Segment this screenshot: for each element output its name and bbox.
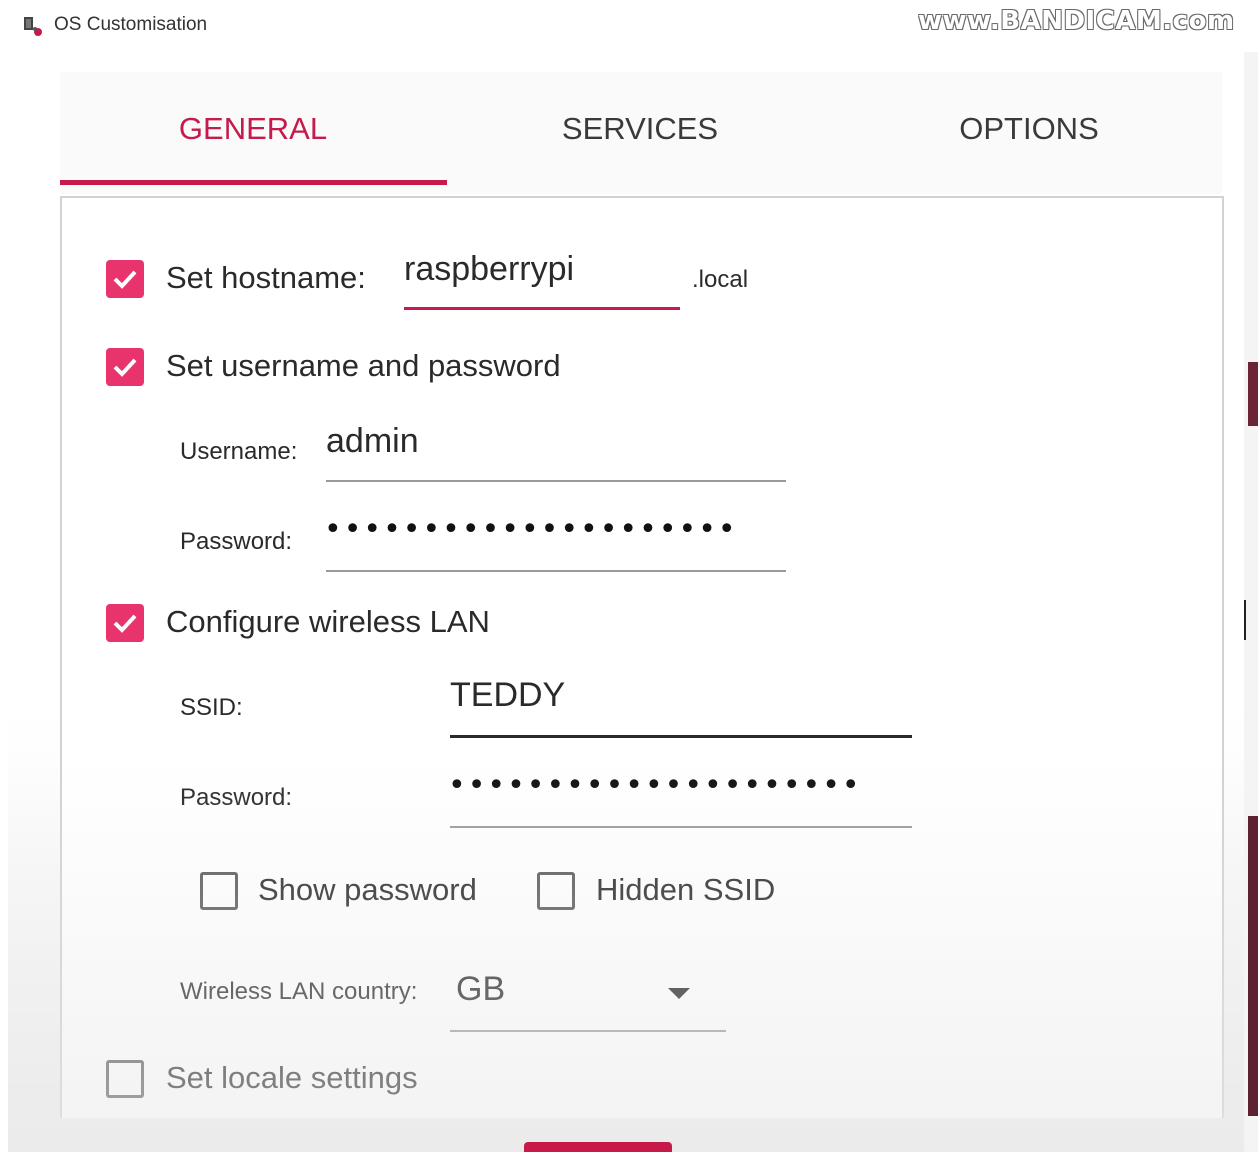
show-password-label: Show password xyxy=(258,872,477,907)
active-tab-indicator xyxy=(60,180,447,185)
set-username-password-checkbox[interactable] xyxy=(106,348,144,386)
tab-options[interactable]: OPTIONS xyxy=(836,72,1222,186)
title-bar: OS Customisation www.BANDICAM.com xyxy=(0,0,1258,52)
wlan-country-underline xyxy=(450,1030,726,1032)
set-locale-checkbox[interactable] xyxy=(106,1060,144,1098)
configure-wlan-checkbox[interactable] xyxy=(106,604,144,642)
wlan-country-value: GB xyxy=(456,970,506,1008)
wlan-country-label: Wireless LAN country: xyxy=(180,978,418,1005)
hidden-ssid-checkbox[interactable] xyxy=(537,872,575,910)
window-title: OS Customisation xyxy=(54,14,208,35)
checkmark-icon xyxy=(113,614,137,633)
chevron-down-icon xyxy=(668,988,690,999)
wlan-password-input-underline xyxy=(450,826,912,828)
tab-services[interactable]: SERVICES xyxy=(447,72,833,186)
recorder-watermark: www.BANDICAM.com xyxy=(918,6,1235,36)
set-username-password-label: Set username and password xyxy=(166,348,561,383)
hostname-input[interactable]: raspberrypi xyxy=(404,250,574,289)
wlan-password-label: Password: xyxy=(180,784,293,811)
show-password-checkbox[interactable] xyxy=(200,872,238,910)
set-hostname-checkbox[interactable] xyxy=(106,260,144,298)
user-password-label: Password: xyxy=(180,528,293,555)
set-hostname-label: Set hostname: xyxy=(166,260,366,295)
wlan-password-input[interactable]: ••••••••••••••••••••• xyxy=(448,768,862,803)
username-label: Username: xyxy=(180,438,298,465)
ssid-input[interactable]: TEDDY xyxy=(450,676,565,715)
hidden-ssid-label: Hidden SSID xyxy=(596,872,776,907)
configure-wlan-label: Configure wireless LAN xyxy=(166,604,490,639)
hostname-input-underline xyxy=(404,307,680,310)
hostname-suffix: .local xyxy=(692,266,749,293)
checkmark-icon xyxy=(113,358,137,377)
ssid-label: SSID: xyxy=(180,694,243,721)
ssid-input-underline xyxy=(450,735,912,738)
checkmark-icon xyxy=(113,270,137,289)
tab-bar: GENERAL SERVICES OPTIONS xyxy=(60,72,1222,194)
set-locale-label: Set locale settings xyxy=(166,1060,418,1095)
wlan-country-select[interactable]: GB xyxy=(450,964,726,1032)
background-window-edge xyxy=(1244,52,1258,1152)
user-password-input-underline xyxy=(326,570,786,572)
tab-general[interactable]: GENERAL xyxy=(60,72,446,186)
username-input[interactable]: admin xyxy=(326,422,419,461)
user-password-input[interactable]: ••••••••••••••••••••• xyxy=(324,512,738,547)
save-button[interactable] xyxy=(524,1142,672,1152)
username-input-underline xyxy=(326,480,786,482)
raspberry-pi-icon xyxy=(24,17,42,36)
